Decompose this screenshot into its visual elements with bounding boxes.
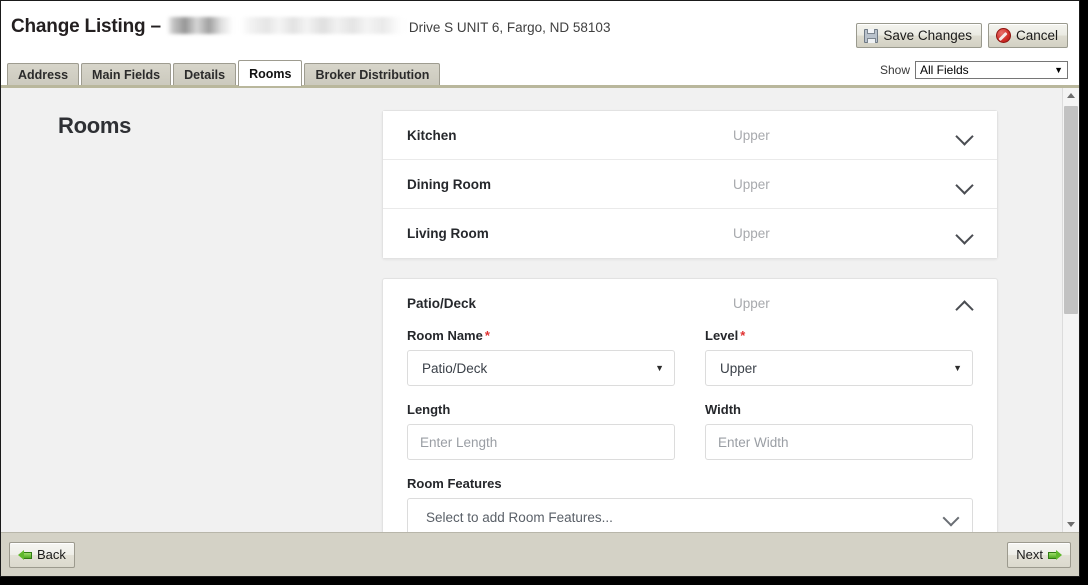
tab-broker-distribution-label: Broker Distribution xyxy=(315,68,430,82)
tab-bar: Address Main Fields Details Rooms Broker… xyxy=(1,59,441,86)
cancel-label: Cancel xyxy=(1015,28,1058,43)
chevron-down-icon[interactable] xyxy=(955,125,975,145)
field-room-name: Room Name * Patio/Deck ▼ xyxy=(407,328,675,386)
field-width: Width xyxy=(705,402,973,460)
back-button[interactable]: Back xyxy=(9,541,75,568)
required-asterisk: * xyxy=(740,328,746,343)
window-header: Change Listing – Drive S UNIT 6, Fargo, … xyxy=(1,1,1079,79)
form-row-length-width: Length Width xyxy=(407,402,973,460)
level-field-label-text: Level xyxy=(705,328,739,343)
tab-address[interactable]: Address xyxy=(7,63,80,86)
section-title: Rooms xyxy=(58,113,132,138)
room-row-dining-room[interactable]: Dining Room Upper xyxy=(383,160,997,209)
collapsed-rooms-card: Kitchen Upper Dining Room Upper Living R… xyxy=(382,110,998,259)
field-length: Length xyxy=(407,402,675,460)
redacted-address-block xyxy=(166,17,405,34)
arrow-right-icon xyxy=(1048,548,1062,561)
expanded-room-header[interactable]: Patio/Deck Upper xyxy=(383,279,997,328)
field-level: Level * Upper ▼ xyxy=(705,328,973,386)
prohibition-icon xyxy=(995,28,1011,43)
width-input[interactable] xyxy=(705,424,973,460)
show-filter-value: All Fields xyxy=(920,63,969,77)
cancel-button[interactable]: Cancel xyxy=(987,23,1068,48)
room-row-living-room[interactable]: Living Room Upper xyxy=(383,209,997,258)
chevron-down-icon[interactable] xyxy=(955,224,975,244)
scrollbar-thumb[interactable] xyxy=(1064,106,1078,314)
rooms-list: Kitchen Upper Dining Room Upper Living R… xyxy=(382,110,998,532)
room-name-select-value: Patio/Deck xyxy=(422,360,488,376)
chevron-down-icon[interactable] xyxy=(955,174,975,194)
room-level-label: Upper xyxy=(733,176,770,192)
room-features-field-label: Room Features xyxy=(407,476,502,491)
triangle-down-icon: ▼ xyxy=(655,363,664,373)
show-filter: Show All Fields ▼ xyxy=(880,61,1068,79)
tab-main-fields-label: Main Fields xyxy=(92,68,161,82)
level-select-value: Upper xyxy=(720,360,757,376)
width-field-label: Width xyxy=(705,402,741,417)
floppy-disk-icon xyxy=(864,28,879,43)
tab-address-label: Address xyxy=(18,68,69,82)
room-name-field-label-text: Room Name xyxy=(407,328,483,343)
length-field-label: Length xyxy=(407,402,451,417)
page-title-text: Change Listing – xyxy=(11,16,161,37)
show-filter-select[interactable]: All Fields ▼ xyxy=(915,61,1068,79)
header-actions: Save Changes Cancel xyxy=(856,23,1068,48)
level-field-label: Level * xyxy=(705,328,973,343)
save-changes-label: Save Changes xyxy=(883,28,972,43)
room-name-field-label: Room Name * xyxy=(407,328,675,343)
expanded-room-panel-patio-deck: Patio/Deck Upper Room Name * Patio/Deck ▼ xyxy=(382,278,998,532)
room-features-placeholder-text: Select to add Room Features... xyxy=(426,509,613,525)
triangle-down-icon: ▼ xyxy=(1054,64,1063,75)
tab-divider xyxy=(1,85,1079,88)
tab-main-fields[interactable]: Main Fields xyxy=(81,63,172,86)
form-row-name-level: Room Name * Patio/Deck ▼ Level * Upper ▼ xyxy=(407,328,973,386)
room-row-kitchen[interactable]: Kitchen Upper xyxy=(383,111,997,160)
vertical-scrollbar[interactable] xyxy=(1062,88,1079,532)
content-scroll-area: Rooms Kitchen Upper Dining Room Upper Li… xyxy=(1,88,1079,532)
save-changes-button[interactable]: Save Changes xyxy=(856,23,982,48)
room-level-label: Upper xyxy=(733,296,770,311)
next-button[interactable]: Next xyxy=(1007,541,1071,568)
tab-details-label: Details xyxy=(184,68,226,82)
tab-rooms-label: Rooms xyxy=(249,66,292,81)
room-features-multiselect[interactable]: Select to add Room Features... xyxy=(407,498,973,532)
room-level-label: Upper xyxy=(733,127,770,143)
page-heading: Change Listing – Drive S UNIT 6, Fargo, … xyxy=(11,15,610,38)
length-input[interactable] xyxy=(407,424,675,460)
show-filter-label: Show xyxy=(879,63,910,77)
wizard-footer: Back Next xyxy=(1,532,1079,576)
chevron-up-icon[interactable] xyxy=(955,294,975,314)
room-name-label: Kitchen xyxy=(407,127,457,143)
triangle-down-icon: ▼ xyxy=(953,363,962,373)
chevron-down-icon xyxy=(942,508,960,526)
change-listing-window: Change Listing – Drive S UNIT 6, Fargo, … xyxy=(0,0,1080,577)
scroll-up-arrow-icon[interactable] xyxy=(1063,88,1079,104)
expanded-room-form: Room Name * Patio/Deck ▼ Level * Upper ▼… xyxy=(383,328,997,532)
listing-address-text: Drive S UNIT 6, Fargo, ND 58103 xyxy=(408,20,611,35)
room-name-select[interactable]: Patio/Deck ▼ xyxy=(407,350,675,386)
arrow-left-icon xyxy=(18,548,32,561)
scroll-down-arrow-icon[interactable] xyxy=(1063,516,1079,532)
room-name-label: Living Room xyxy=(407,226,489,241)
next-label: Next xyxy=(1016,547,1043,562)
field-room-features: Room Features Select to add Room Feature… xyxy=(407,476,973,532)
back-label: Back xyxy=(37,547,66,562)
room-level-label: Upper xyxy=(733,226,770,241)
room-name-label: Dining Room xyxy=(407,176,491,192)
level-select[interactable]: Upper ▼ xyxy=(705,350,973,386)
tab-broker-distribution[interactable]: Broker Distribution xyxy=(304,63,441,86)
tab-rooms[interactable]: Rooms xyxy=(238,60,303,86)
tab-details[interactable]: Details xyxy=(173,63,237,86)
room-name-label: Patio/Deck xyxy=(407,296,477,311)
required-asterisk: * xyxy=(484,328,490,343)
